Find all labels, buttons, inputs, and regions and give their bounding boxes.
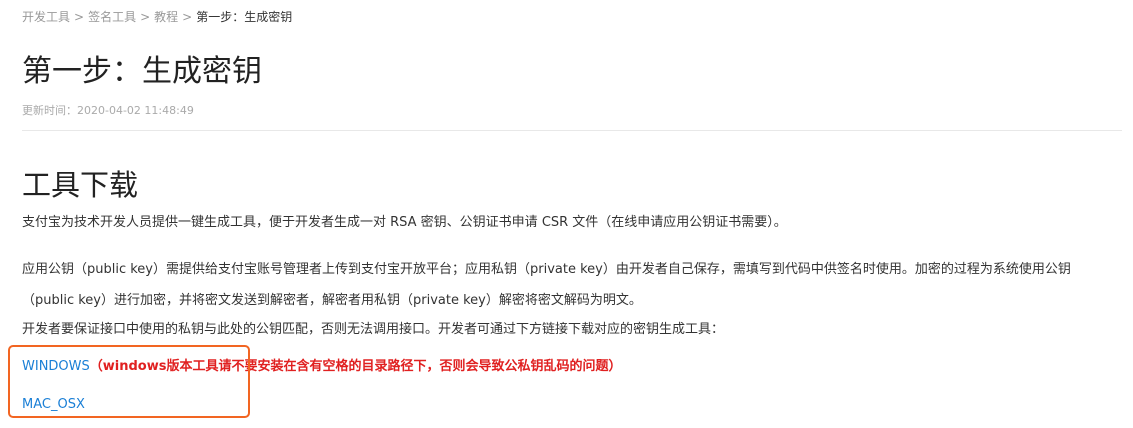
update-time: 更新时间：2020-04-02 11:48:49 — [22, 104, 194, 117]
breadcrumb-sign-tools[interactable]: 签名工具 — [88, 10, 136, 24]
windows-download-row: WINDOWS（windows版本工具请不要安装在含有空格的目录路径下，否则会导… — [22, 357, 621, 377]
divider — [22, 130, 1122, 131]
breadcrumb: 开发工具 > 签名工具 > 教程 > 第一步：生成密钥 — [22, 8, 292, 26]
breadcrumb-separator: > — [74, 10, 85, 24]
intro-paragraph: 支付宝为技术开发人员提供一键生成工具，便于开发者生成一对 RSA 密钥、公钥证书… — [22, 215, 787, 230]
windows-warning-note: （windows版本工具请不要安装在含有空格的目录路径下，否则会导致公私钥乱码的… — [89, 359, 622, 374]
download-instruction-paragraph: 开发者要保证接口中使用的私钥与此处的公钥匹配，否则无法调用接口。开发者可通过下方… — [22, 322, 725, 337]
page-title: 第一步：生成密钥 — [22, 54, 262, 89]
windows-download-link[interactable]: WINDOWS — [22, 359, 90, 374]
breadcrumb-current: 第一步：生成密钥 — [196, 10, 293, 24]
section-title: 工具下载 — [22, 168, 139, 202]
breadcrumb-separator: > — [140, 10, 151, 24]
breadcrumb-dev-tools[interactable]: 开发工具 — [22, 10, 70, 24]
mac-download-link[interactable]: MAC_OSX — [22, 397, 85, 412]
mac-download-row: MAC_OSX — [22, 395, 85, 415]
breadcrumb-tutorial[interactable]: 教程 — [154, 10, 178, 24]
key-explanation-paragraph: 应用公钥（public key）需提供给支付宝账号管理者上传到支付宝开放平台；应… — [22, 262, 1071, 308]
breadcrumb-separator: > — [182, 10, 193, 24]
